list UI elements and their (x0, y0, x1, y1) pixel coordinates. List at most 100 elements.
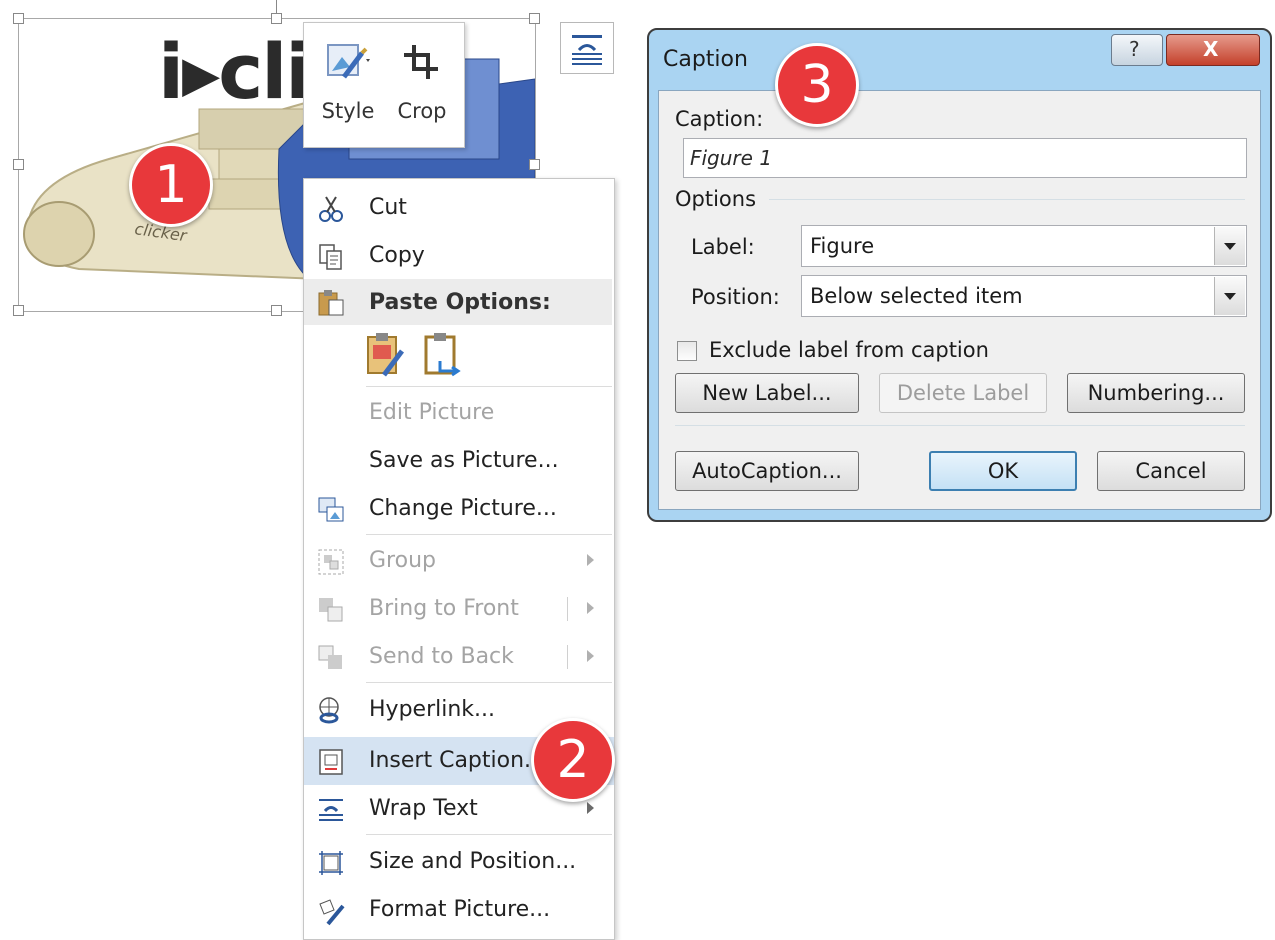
menu-item-label: Group (369, 548, 436, 573)
size-position-icon (319, 851, 343, 875)
position-dropdown[interactable]: Below selected item (801, 275, 1247, 317)
help-icon: ? (1129, 37, 1140, 61)
menu-item-label: Cut (369, 195, 407, 220)
context-menu: Cut Copy Paste Options: Edit Picture Sav… (303, 178, 615, 940)
style-label: Style (321, 99, 375, 123)
button-divider (675, 425, 1245, 426)
resize-handle-top-right[interactable] (529, 13, 540, 24)
crop-label: Crop (397, 99, 447, 123)
position-dropdown-value: Below selected item (810, 284, 1023, 308)
copy-icon (319, 244, 342, 270)
bring-to-front-icon (319, 598, 343, 622)
group-icon (318, 549, 344, 575)
menu-item-cut[interactable]: Cut (304, 184, 614, 232)
menu-item-copy[interactable]: Copy (304, 232, 614, 280)
menu-item-label: Change Picture... (369, 496, 557, 521)
resize-handle-bottom-middle[interactable] (271, 305, 282, 316)
step-badge-1: 1 (129, 143, 213, 227)
paste-keep-formatting-icon (367, 333, 404, 377)
resize-handle-top-left[interactable] (13, 13, 24, 24)
menu-item-change-picture[interactable]: Change Picture... (304, 485, 614, 533)
label-dropdown-value: Figure (810, 234, 875, 258)
menu-item-size-and-position[interactable]: Size and Position... (304, 838, 614, 886)
menu-item-format-picture[interactable]: Format Picture... (304, 886, 614, 934)
step-badge-2: 2 (531, 718, 615, 802)
chevron-down-icon[interactable] (1214, 227, 1245, 265)
caption-text-field[interactable]: Figure 1 (683, 138, 1247, 178)
menu-item-send-to-back[interactable]: Send to Back (304, 633, 614, 681)
style-icon (327, 44, 370, 79)
resize-handle-middle-right[interactable] (529, 159, 540, 170)
dialog-title: Caption (663, 47, 748, 72)
paste-options-header: Paste Options: (304, 279, 612, 325)
new-label-button[interactable]: New Label... (675, 373, 859, 413)
caption-dialog: Caption ? X Caption: Figure 1 Options La… (647, 28, 1272, 522)
menu-item-label: Hyperlink... (369, 697, 495, 722)
menu-item-label: Bring to Front (369, 596, 519, 621)
layout-options-icon (572, 35, 602, 65)
menu-item-label: Insert Caption... (369, 748, 546, 773)
change-picture-icon (318, 497, 344, 522)
split-divider (567, 645, 568, 669)
options-group-line (769, 199, 1245, 200)
wrap-text-icon (319, 799, 343, 821)
caption-text-value: Figure 1 (690, 146, 773, 170)
close-button[interactable]: X (1166, 34, 1260, 66)
resize-handle-top-middle[interactable] (271, 13, 282, 24)
close-icon: X (1203, 37, 1219, 61)
layout-options-button[interactable] (560, 22, 614, 74)
menu-item-label: Size and Position... (369, 849, 577, 874)
delete-label-button[interactable]: Delete Label (879, 373, 1047, 413)
menu-separator (366, 834, 612, 835)
menu-separator (366, 534, 612, 535)
caption-field-label: Caption: (675, 107, 764, 131)
menu-item-save-as-picture[interactable]: Save as Picture... (304, 437, 614, 485)
menu-item-bring-to-front[interactable]: Bring to Front (304, 585, 614, 633)
paste-options-label: Paste Options: (369, 290, 551, 315)
dialog-body: Caption: Figure 1 Options Label: Figure … (658, 90, 1261, 510)
mini-toolbar: Style Crop (303, 22, 465, 148)
options-group-label: Options (675, 187, 757, 211)
submenu-arrow-icon[interactable] (587, 650, 594, 662)
paste-icon (318, 290, 344, 316)
crop-icon (404, 45, 438, 79)
menu-separator (366, 682, 612, 683)
cancel-button[interactable]: Cancel (1097, 451, 1245, 491)
paste-keep-formatting-button[interactable] (364, 331, 406, 379)
crop-button[interactable]: Crop (386, 31, 458, 139)
exclude-label-checkbox[interactable] (677, 341, 697, 361)
submenu-arrow-icon[interactable] (587, 602, 594, 614)
label-field-label: Label: (691, 235, 755, 259)
menu-item-label: Wrap Text (369, 796, 478, 821)
style-button[interactable]: Style (312, 31, 384, 139)
paste-picture-button[interactable] (422, 331, 464, 379)
menu-item-label: Save as Picture... (369, 448, 559, 473)
label-dropdown[interactable]: Figure (801, 225, 1247, 267)
split-divider (567, 597, 568, 621)
help-button[interactable]: ? (1111, 34, 1163, 66)
resize-handle-middle-left[interactable] (13, 159, 24, 170)
hyperlink-icon (319, 697, 339, 724)
menu-item-label: Copy (369, 243, 425, 268)
submenu-arrow-icon (587, 554, 594, 566)
step-badge-3: 3 (775, 43, 859, 127)
send-to-back-icon (318, 645, 342, 669)
menu-item-label: Send to Back (369, 644, 514, 669)
exclude-label-text[interactable]: Exclude label from caption (709, 338, 989, 362)
menu-item-group[interactable]: Group (304, 537, 614, 585)
autocaption-button[interactable]: AutoCaption... (675, 451, 859, 491)
menu-item-label: Format Picture... (369, 897, 551, 922)
scissors-icon (319, 196, 343, 222)
rotate-handle-stem (276, 0, 277, 13)
insert-caption-icon (319, 749, 343, 775)
position-field-label: Position: (691, 285, 780, 309)
menu-item-label: Edit Picture (369, 400, 495, 425)
resize-handle-bottom-left[interactable] (13, 305, 24, 316)
numbering-button[interactable]: Numbering... (1067, 373, 1245, 413)
logo-text: i▸cli (158, 27, 311, 116)
ok-button[interactable]: OK (929, 451, 1077, 491)
menu-item-edit-picture[interactable]: Edit Picture (304, 389, 614, 437)
submenu-arrow-icon (587, 802, 594, 814)
chevron-down-icon[interactable] (1214, 277, 1245, 315)
menu-separator (366, 386, 612, 387)
